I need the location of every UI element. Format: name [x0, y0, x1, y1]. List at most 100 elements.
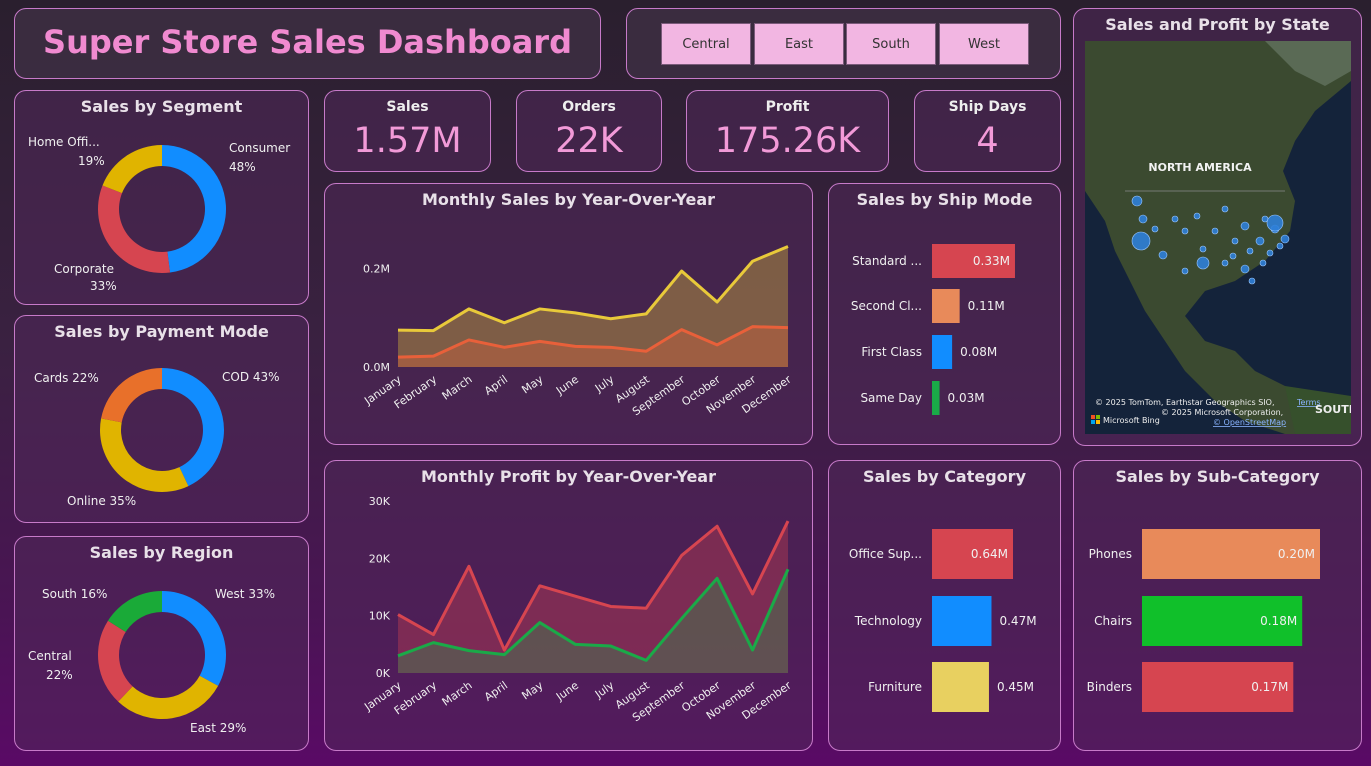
- donut-slice[interactable]: [162, 591, 226, 686]
- bar-category-label: Phones: [1089, 547, 1132, 561]
- state-bubble[interactable]: [1193, 212, 1201, 220]
- map-brand: Microsoft Bing: [1103, 416, 1160, 425]
- state-bubble[interactable]: [1246, 247, 1254, 255]
- kpi-label: Profit: [765, 99, 810, 115]
- slicer-button-east[interactable]: East: [754, 23, 844, 65]
- slice-value: 19%: [78, 154, 105, 168]
- state-bubble[interactable]: [1229, 252, 1237, 260]
- bar-value-label: 0.03M: [948, 391, 985, 405]
- kpi-sales: Sales 1.57M: [324, 90, 491, 172]
- state-bubble[interactable]: [1231, 237, 1239, 245]
- slice-value: 48%: [229, 160, 256, 174]
- payment-card: Sales by Payment Mode COD 43% Online 35%…: [14, 315, 309, 523]
- slice-label: East 29%: [190, 721, 246, 735]
- monthly-profit-area-chart[interactable]: 0K10K20K30KJanuaryFebruary March April May J…: [325, 461, 814, 752]
- slice-label: South 16%: [42, 587, 107, 601]
- title-card: Super Store Sales Dashboard: [14, 8, 601, 79]
- region-slicer: Central East South West: [626, 8, 1061, 79]
- bar-category-label: Second Cl...: [851, 299, 922, 313]
- bar-value-label: 0.18M: [1260, 614, 1297, 628]
- donut-slice[interactable]: [102, 145, 162, 194]
- slicer-button-west[interactable]: West: [939, 23, 1029, 65]
- state-bubble[interactable]: [1280, 234, 1290, 244]
- donut-slice[interactable]: [118, 675, 219, 719]
- segment-donut-chart[interactable]: Consumer 48% Corporate 33% Home Offi... …: [15, 91, 310, 306]
- slice-label: West 33%: [215, 587, 275, 601]
- x-tick-label: May: [519, 373, 545, 397]
- map-attribution: © 2025 TomTom, Earthstar Geographics SIO…: [1095, 398, 1275, 407]
- state-bubble[interactable]: [1266, 214, 1284, 232]
- y-tick-label: 0K: [376, 667, 391, 680]
- slice-label: COD 43%: [222, 370, 280, 384]
- map-card: Sales and Profit by State NORTH AMERICA: [1073, 8, 1362, 446]
- kpi-label: Orders: [562, 99, 616, 115]
- map-attribution: © 2025 Microsoft Corporation,: [1161, 408, 1283, 417]
- state-bubble[interactable]: [1181, 227, 1189, 235]
- bar[interactable]: [932, 662, 989, 712]
- bar[interactable]: [932, 596, 992, 646]
- state-bubble[interactable]: [1138, 214, 1148, 224]
- state-bubble[interactable]: [1221, 205, 1229, 213]
- donut-slice[interactable]: [97, 185, 171, 273]
- donut-slice[interactable]: [107, 591, 162, 632]
- donut-slice[interactable]: [100, 418, 189, 492]
- state-bubble[interactable]: [1131, 231, 1151, 251]
- slice-label: Home Offi...: [28, 135, 100, 149]
- state-bubble[interactable]: [1211, 227, 1219, 235]
- bar-value-label: 0.11M: [968, 299, 1005, 313]
- state-bubble[interactable]: [1181, 267, 1189, 275]
- slicer-button-south[interactable]: South: [846, 23, 936, 65]
- kpi-ship-days: Ship Days 4: [914, 90, 1061, 172]
- x-tick-label: April: [482, 679, 510, 704]
- bar-category-label: First Class: [861, 345, 922, 359]
- state-bubble[interactable]: [1171, 215, 1179, 223]
- slice-label: Cards 22%: [34, 371, 99, 385]
- slice-label: Consumer: [229, 141, 290, 155]
- x-tick-label: June: [553, 679, 581, 704]
- bar[interactable]: [932, 381, 940, 415]
- bar-category-label: Office Sup...: [849, 547, 922, 561]
- category-bar-chart[interactable]: Office Sup... 0.64M Technology 0.47M Furnitu…: [829, 461, 1062, 752]
- state-bubble[interactable]: [1131, 195, 1143, 207]
- donut-slice[interactable]: [98, 620, 133, 702]
- sales-profit-map[interactable]: NORTH AMERICA © 2025 TomTom, Earthstar G…: [1085, 41, 1351, 434]
- state-bubble[interactable]: [1199, 245, 1207, 253]
- state-bubble[interactable]: [1240, 221, 1250, 231]
- state-bubble[interactable]: [1259, 259, 1267, 267]
- y-tick-label: 20K: [369, 552, 391, 565]
- bar[interactable]: [932, 335, 953, 369]
- bar-category-label: Technology: [854, 614, 922, 628]
- state-bubble[interactable]: [1248, 277, 1256, 285]
- donut-slice[interactable]: [162, 368, 224, 487]
- payment-donut-chart[interactable]: COD 43% Online 35% Cards 22%: [15, 316, 310, 524]
- kpi-label: Sales: [386, 99, 429, 115]
- state-bubble[interactable]: [1196, 256, 1210, 270]
- slice-value: 33%: [90, 279, 117, 293]
- state-bubble[interactable]: [1240, 264, 1250, 274]
- ship-mode-bar-chart[interactable]: Standard ... 0.33M Second Cl... 0.11M First …: [829, 184, 1062, 446]
- bar-value-label: 0.64M: [971, 547, 1008, 561]
- slice-value: 22%: [46, 668, 73, 682]
- subcategory-card: Sales by Sub-Category Phones 0.20M Chairs 0…: [1073, 460, 1362, 751]
- slicer-button-central[interactable]: Central: [661, 23, 751, 65]
- bar-value-label: 0.45M: [997, 680, 1034, 694]
- slice-label: Online 35%: [67, 494, 136, 508]
- state-bubble[interactable]: [1266, 249, 1274, 257]
- donut-slice[interactable]: [162, 145, 227, 273]
- state-bubble[interactable]: [1255, 236, 1265, 246]
- state-bubble[interactable]: [1276, 242, 1284, 250]
- donut-slice[interactable]: [101, 368, 162, 423]
- kpi-value: 1.57M: [353, 121, 462, 161]
- state-bubble[interactable]: [1158, 250, 1168, 260]
- monthly-sales-area-chart[interactable]: 0.0M0.2MJanuaryFebruary March April May June…: [325, 184, 814, 446]
- kpi-value: 22K: [555, 121, 623, 161]
- slice-label: Corporate: [54, 262, 114, 276]
- region-donut-chart[interactable]: West 33% East 29% Central 22% South 16%: [15, 537, 310, 752]
- kpi-label: Ship Days: [948, 99, 1027, 115]
- state-bubble[interactable]: [1221, 259, 1229, 267]
- bar[interactable]: [932, 289, 960, 323]
- subcategory-bar-chart[interactable]: Phones 0.20M Chairs 0.18M Binders 0.17M: [1074, 461, 1363, 752]
- map-osm-link[interactable]: © OpenStreetMap: [1213, 418, 1286, 427]
- state-bubble[interactable]: [1151, 225, 1159, 233]
- segment-card: Sales by Segment Consumer 48% Corporate …: [14, 90, 309, 305]
